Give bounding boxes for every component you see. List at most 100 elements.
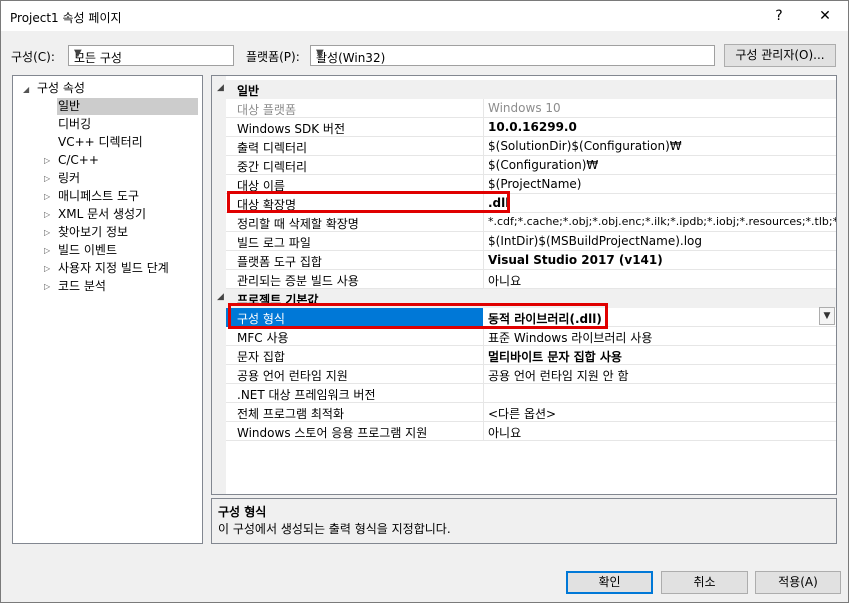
tree-item-linker[interactable]: 링커 — [58, 170, 80, 187]
chevron-down-icon: ▼ — [316, 48, 324, 59]
close-button[interactable]: ✕ — [802, 1, 848, 31]
tree-item-build-events[interactable]: 빌드 이벤트 — [58, 242, 117, 259]
property-row[interactable]: 전체 프로그램 최적화 <다른 옵션> — [226, 403, 836, 422]
property-pages-window: Project1 속성 페이지 ? ✕ 구성(C): 모든 구성 ▼ 플랫폼(P… — [0, 0, 849, 603]
help-button[interactable]: ? — [756, 1, 802, 31]
property-row[interactable]: 관리되는 증분 빌드 사용 아니요 — [226, 270, 836, 289]
expand-icon[interactable]: ▷ — [44, 192, 50, 201]
tree-item-xml-doc[interactable]: XML 문서 생성기 — [58, 206, 146, 223]
property-value: <다른 옵션> — [488, 407, 557, 421]
ok-button[interactable]: 확인 — [566, 571, 653, 594]
config-label: 구성(C): — [11, 50, 55, 64]
tree-item-manifest-tool[interactable]: 매니페스트 도구 — [58, 188, 139, 205]
property-value: *.cdf;*.cache;*.obj;*.obj.enc;*.ilk;*.ip… — [488, 215, 837, 228]
property-name: 출력 디렉터리 — [237, 141, 308, 155]
property-name: 공용 언어 런타임 지원 — [237, 369, 348, 383]
apply-button[interactable]: 적용(A) — [755, 571, 841, 594]
platform-dropdown[interactable]: 활성(Win32) ▼ — [310, 45, 715, 66]
column-divider — [483, 365, 484, 384]
column-divider — [483, 251, 484, 270]
grid-gutter — [212, 76, 226, 494]
property-value: 아니요 — [488, 426, 522, 440]
property-row[interactable]: 빌드 로그 파일 $(IntDir)$(MSBuildProjectName).l… — [226, 232, 836, 251]
property-row[interactable]: 플랫폼 도구 집합 Visual Studio 2017 (v141) — [226, 251, 836, 270]
property-row[interactable]: MFC 사용 표준 Windows 라이브러리 사용 — [226, 327, 836, 346]
column-divider — [483, 270, 484, 289]
tree-item-custom-build[interactable]: 사용자 지정 빌드 단계 — [58, 260, 169, 277]
property-name: 플랫폼 도구 집합 — [237, 255, 322, 269]
column-divider — [483, 403, 484, 422]
tree-item-debugging[interactable]: 디버깅 — [58, 116, 91, 133]
property-value: 표준 Windows 라이브러리 사용 — [488, 331, 653, 345]
property-value: 공용 언어 런타임 지원 안 함 — [488, 369, 629, 383]
tree-item-vc-directories[interactable]: VC++ 디렉터리 — [58, 134, 143, 151]
tree-item-general[interactable]: 일반 — [57, 98, 198, 115]
property-value: $(SolutionDir)$(Configuration)₩ — [488, 139, 682, 153]
tree-item-code-analysis[interactable]: 코드 분석 — [58, 278, 106, 295]
expand-icon[interactable]: ▷ — [44, 246, 50, 255]
value-dropdown-button[interactable]: ▼ — [819, 307, 835, 325]
property-name: MFC 사용 — [237, 331, 289, 345]
column-divider — [483, 232, 484, 251]
chevron-down-icon: ▼ — [74, 48, 82, 59]
title-bar: Project1 속성 페이지 ? ✕ — [1, 1, 848, 31]
expand-icon[interactable]: ▷ — [44, 174, 50, 183]
property-row[interactable]: .NET 대상 프레임워크 버전 — [226, 384, 836, 403]
collapse-icon[interactable]: ◢ — [217, 292, 224, 302]
expand-icon[interactable]: ▷ — [44, 228, 50, 237]
property-value: $(IntDir)$(MSBuildProjectName).log — [488, 234, 703, 248]
property-name: Windows SDK 버전 — [237, 122, 346, 136]
property-name: 전체 프로그램 최적화 — [237, 407, 344, 421]
annotation-box-target-extension — [227, 191, 510, 213]
property-row[interactable]: 공용 언어 런타임 지원 공용 언어 런타임 지원 안 함 — [226, 365, 836, 384]
expand-icon[interactable]: ▷ — [44, 156, 50, 165]
property-value: 10.0.16299.0 — [488, 120, 577, 134]
collapse-icon[interactable]: ◢ — [217, 83, 224, 93]
property-value: Windows 10 — [488, 101, 561, 115]
window-title: Project1 속성 페이지 — [10, 11, 122, 25]
category-general[interactable]: ◢ 일반 — [212, 80, 836, 99]
config-manager-button[interactable]: 구성 관리자(O)... — [724, 44, 836, 67]
column-divider — [483, 422, 484, 441]
tree-item-cpp[interactable]: C/C++ — [58, 152, 99, 169]
column-divider — [483, 156, 484, 175]
expand-icon[interactable]: ▷ — [44, 282, 50, 291]
column-divider — [483, 137, 484, 156]
config-tree: ◢ 구성 속성 일반 디버깅 VC++ 디렉터리 ▷ C/C++ ▷ 링커 ▷ … — [12, 75, 203, 544]
description-title: 구성 형식 — [218, 505, 267, 519]
property-name: 빌드 로그 파일 — [237, 236, 311, 250]
property-row[interactable]: 문자 집합 멀티바이트 문자 집합 사용 — [226, 346, 836, 365]
column-divider — [483, 118, 484, 137]
property-value: 멀티바이트 문자 집합 사용 — [488, 350, 622, 364]
category-label: 일반 — [237, 84, 260, 98]
column-divider — [483, 99, 484, 118]
property-row[interactable]: 대상 플랫폼 Windows 10 — [226, 99, 836, 118]
column-divider — [483, 213, 484, 232]
tree-root[interactable]: 구성 속성 — [37, 80, 85, 97]
description-text: 이 구성에서 생성되는 출력 형식을 지정합니다. — [218, 522, 451, 536]
column-divider — [483, 346, 484, 365]
annotation-box-config-type — [228, 303, 608, 329]
column-divider — [483, 384, 484, 403]
property-name: 관리되는 증분 빌드 사용 — [237, 274, 359, 288]
property-value: $(Configuration)₩ — [488, 158, 599, 172]
expand-icon[interactable]: ▷ — [44, 264, 50, 273]
property-name: Windows 스토어 응용 프로그램 지원 — [237, 426, 428, 440]
property-row[interactable]: Windows 스토어 응용 프로그램 지원 아니요 — [226, 422, 836, 441]
cancel-button[interactable]: 취소 — [661, 571, 748, 594]
tree-item-browse-info[interactable]: 찾아보기 정보 — [58, 224, 128, 241]
property-value: $(ProjectName) — [488, 177, 582, 191]
property-row[interactable]: 출력 디렉터리 $(SolutionDir)$(Configuration)₩ — [226, 137, 836, 156]
description-panel: 구성 형식 이 구성에서 생성되는 출력 형식을 지정합니다. — [211, 498, 837, 544]
property-grid: ◢ 일반 대상 플랫폼 Windows 10 Windows SDK 버전 10.0… — [211, 75, 837, 495]
property-row[interactable]: 정리할 때 삭제할 확장명 *.cdf;*.cache;*.obj;*.obj.e… — [226, 213, 837, 232]
property-name: 중간 디렉터리 — [237, 160, 308, 174]
property-value: 아니요 — [488, 274, 522, 288]
property-row[interactable]: 중간 디렉터리 $(Configuration)₩ — [226, 156, 836, 175]
expand-icon[interactable]: ▷ — [44, 210, 50, 219]
property-name: 대상 플랫폼 — [237, 103, 297, 117]
property-value: Visual Studio 2017 (v141) — [488, 253, 663, 267]
property-row[interactable]: Windows SDK 버전 10.0.16299.0 — [226, 118, 836, 137]
config-dropdown[interactable]: 모든 구성 ▼ — [68, 45, 234, 66]
collapse-icon[interactable]: ◢ — [23, 85, 29, 94]
